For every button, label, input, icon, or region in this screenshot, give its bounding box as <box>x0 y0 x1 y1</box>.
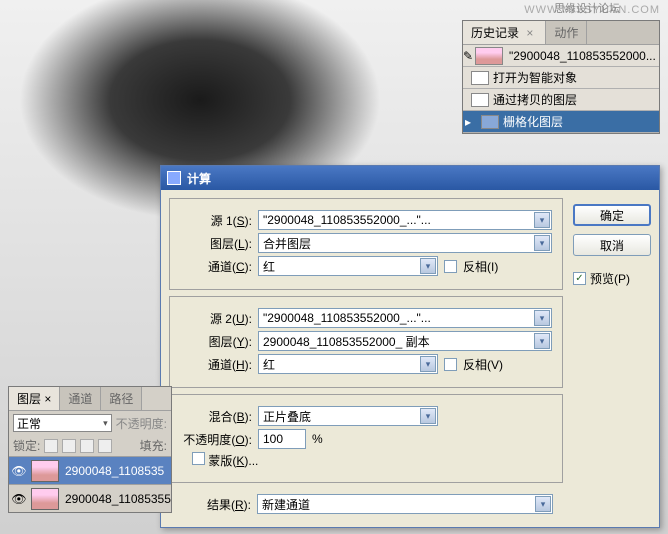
tab-close-icon[interactable]: × <box>519 23 537 43</box>
source1-layer-select[interactable]: 合并图层▾ <box>258 233 552 253</box>
layers-panel: 图层 × 通道 路径 正常▾ 不透明度: 锁定: 填充: 👁 2900048_1… <box>8 386 172 513</box>
percent-label: % <box>312 432 323 446</box>
tab-history[interactable]: 历史记录 × <box>463 21 546 44</box>
tab-channels[interactable]: 通道 <box>60 387 101 410</box>
history-doc-row[interactable]: ✎ "2900048_110853552000... <box>463 45 659 67</box>
source1-group: 源 1(S): "2900048_110853552000_..."...▾ 图… <box>169 198 563 290</box>
opacity-input[interactable]: 100 <box>258 429 306 449</box>
mask-row: 蒙版(K)... <box>192 452 258 469</box>
source1-invert-checkbox[interactable] <box>444 260 457 273</box>
step-icon <box>471 71 489 85</box>
chevron-down-icon: ▾ <box>534 212 550 228</box>
source2-layer-select[interactable]: 2900048_110853552000_ 副本▾ <box>258 331 552 351</box>
forum-title: 思缘设计论坛 <box>554 0 620 16</box>
dialog-buttons: 确定 取消 ✓ 预览(P) <box>573 198 651 519</box>
dialog-titlebar[interactable]: 计算 <box>161 166 659 190</box>
tab-layers[interactable]: 图层 × <box>9 387 60 410</box>
lock-brush-icon[interactable] <box>62 439 76 453</box>
lock-row: 锁定: 填充: <box>9 435 171 456</box>
brush-icon: ✎ <box>463 49 473 63</box>
history-step[interactable]: 通过拷贝的图层 <box>463 89 659 111</box>
chevron-down-icon: ▾ <box>535 496 551 512</box>
source2-channel-select[interactable]: 红▾ <box>258 354 438 374</box>
source1-select[interactable]: "2900048_110853552000_..."...▾ <box>258 210 552 230</box>
blend-select[interactable]: 正片叠底▾ <box>258 406 438 426</box>
source2-channel-label: 通道(H): <box>180 356 252 373</box>
doc-thumbnail <box>475 47 503 65</box>
layers-tabs: 图层 × 通道 路径 <box>9 387 171 411</box>
preview-label: 预览(P) <box>590 270 630 287</box>
chevron-down-icon: ▾ <box>420 258 436 274</box>
dialog-title: 计算 <box>187 170 653 187</box>
layer-row[interactable]: 👁 2900048_110853552000... <box>9 484 171 512</box>
source1-channel-select[interactable]: 红▾ <box>258 256 438 276</box>
lock-all-icon[interactable] <box>98 439 112 453</box>
mask-checkbox[interactable] <box>192 452 205 465</box>
step-icon <box>471 93 489 107</box>
tab-actions[interactable]: 动作 <box>546 21 587 44</box>
source1-label: 源 1(S): <box>180 212 252 229</box>
cancel-button[interactable]: 取消 <box>573 234 651 256</box>
chevron-down-icon: ▾ <box>534 235 550 251</box>
chevron-down-icon: ▾ <box>534 333 550 349</box>
dialog-icon <box>167 171 181 185</box>
pointer-icon: ▸ <box>463 115 473 129</box>
source2-invert-checkbox[interactable] <box>444 358 457 371</box>
result-select[interactable]: 新建通道▾ <box>257 494 553 514</box>
result-label: 结果(R): <box>179 496 251 513</box>
source1-invert-label: 反相(I) <box>463 258 498 275</box>
history-step[interactable]: 打开为智能对象 <box>463 67 659 89</box>
history-tabs: 历史记录 × 动作 <box>463 21 659 45</box>
layer-thumbnail <box>31 488 59 510</box>
layer-thumbnail <box>31 460 59 482</box>
calculations-dialog: 计算 源 1(S): "2900048_110853552000_..."...… <box>160 165 660 528</box>
chevron-down-icon: ▾ <box>420 356 436 372</box>
visibility-icon[interactable]: 👁 <box>9 464 29 478</box>
visibility-icon[interactable]: 👁 <box>9 492 29 506</box>
blend-mode-select[interactable]: 正常▾ <box>13 414 112 432</box>
source2-layer-label: 图层(Y): <box>180 333 252 350</box>
chevron-down-icon: ▾ <box>420 408 436 424</box>
source2-select[interactable]: "2900048_110853552000_..."...▾ <box>258 308 552 328</box>
source1-layer-label: 图层(L): <box>180 235 252 252</box>
lock-transparency-icon[interactable] <box>44 439 58 453</box>
layer-row[interactable]: 👁 2900048_1108535 <box>9 456 171 484</box>
source2-group: 源 2(U): "2900048_110853552000_..."...▾ 图… <box>169 296 563 388</box>
lock-move-icon[interactable] <box>80 439 94 453</box>
source2-label: 源 2(U): <box>180 310 252 327</box>
step-icon <box>481 115 499 129</box>
history-panel: 历史记录 × 动作 ✎ "2900048_110853552000... 打开为… <box>462 20 660 134</box>
preview-checkbox[interactable]: ✓ <box>573 272 586 285</box>
opacity-label: 不透明度(O): <box>180 431 252 448</box>
blend-group: 混合(B): 正片叠底▾ 不透明度(O): 100 % 蒙版(K)... <box>169 394 563 483</box>
chevron-down-icon: ▾ <box>534 310 550 326</box>
ok-button[interactable]: 确定 <box>573 204 651 226</box>
tab-paths[interactable]: 路径 <box>101 387 142 410</box>
blend-label: 混合(B): <box>180 408 252 425</box>
source2-invert-label: 反相(V) <box>463 356 503 373</box>
history-step-selected[interactable]: ▸ 栅格化图层 <box>463 111 659 133</box>
source1-channel-label: 通道(C): <box>180 258 252 275</box>
opacity-panel-label: 不透明度: <box>116 415 167 432</box>
